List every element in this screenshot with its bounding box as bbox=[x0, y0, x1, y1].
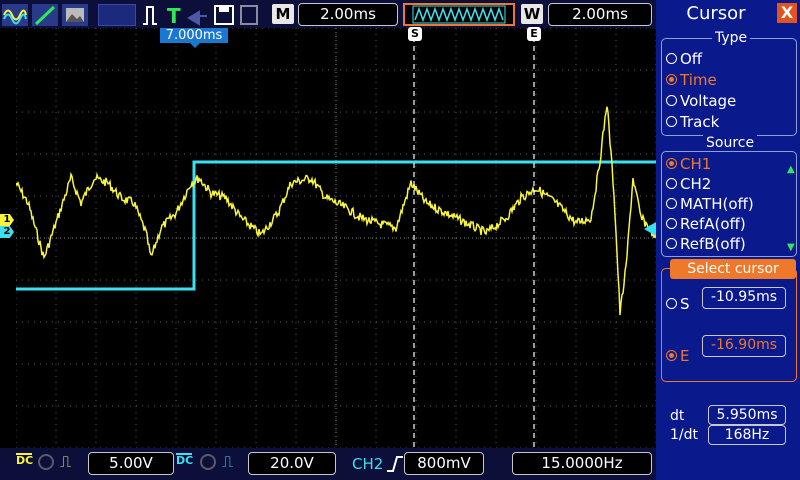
timebase-field[interactable]: 2.00ms bbox=[298, 3, 398, 26]
waveform-overview[interactable] bbox=[403, 3, 515, 26]
cursor-e-label: E bbox=[680, 347, 690, 365]
type-option-label: Off bbox=[680, 50, 703, 68]
ch2-bw-icon bbox=[200, 454, 216, 470]
radio-selected-icon bbox=[666, 350, 677, 361]
ch1-invert-icon: ⎍ bbox=[60, 452, 72, 471]
radio-icon bbox=[666, 218, 677, 229]
radio-icon bbox=[666, 238, 677, 249]
radio-selected-icon bbox=[666, 74, 677, 85]
trigger-level-marker[interactable] bbox=[644, 222, 656, 236]
rising-edge-icon bbox=[387, 456, 403, 472]
trigger-source[interactable]: CH2 bbox=[352, 454, 383, 474]
cursor-e-marker[interactable]: E bbox=[527, 27, 541, 41]
radio-icon bbox=[666, 198, 677, 209]
source-option-refa-off[interactable]: RefA(off) bbox=[666, 215, 746, 233]
ch2-ground-marker[interactable]: 2 bbox=[0, 226, 14, 238]
source-group-title: Source bbox=[703, 135, 758, 151]
source-option-label: MATH(off) bbox=[680, 195, 754, 213]
source-option-math-off[interactable]: MATH(off) bbox=[666, 195, 754, 213]
source-option-refb-off[interactable]: RefB(off) bbox=[666, 235, 746, 253]
type-option-label: Track bbox=[680, 113, 720, 131]
radio-icon bbox=[666, 95, 677, 106]
print-icon[interactable] bbox=[240, 5, 258, 25]
dt-value: 5.950ms bbox=[708, 405, 786, 425]
radio-selected-icon bbox=[666, 158, 677, 169]
scroll-down-icon[interactable]: ▼ bbox=[787, 242, 795, 253]
cursor-s-label: S bbox=[680, 295, 690, 313]
timebase-label: M bbox=[272, 4, 294, 24]
source-option-label: RefB(off) bbox=[680, 235, 746, 253]
source-option-label: CH2 bbox=[680, 175, 712, 193]
toolbar-icons bbox=[2, 4, 88, 26]
window-label: W bbox=[521, 4, 543, 24]
frequency-counter: 15.0000Hz bbox=[512, 452, 652, 475]
panel-title: Cursor bbox=[686, 3, 746, 24]
cursor-s-value[interactable]: -10.95ms bbox=[702, 287, 786, 309]
radio-icon bbox=[666, 53, 677, 64]
type-option-label: Time bbox=[680, 71, 717, 89]
ch1-bw-icon bbox=[38, 454, 54, 470]
cursor-s-option[interactable]: S bbox=[666, 295, 690, 313]
trigger-position-pointer bbox=[190, 43, 200, 48]
pulse-icon bbox=[143, 6, 157, 25]
type-option-label: Voltage bbox=[680, 92, 737, 110]
radio-icon bbox=[666, 116, 677, 127]
source-option-ch1[interactable]: CH1 bbox=[666, 155, 711, 173]
ch1-ground-marker[interactable]: 1 bbox=[0, 214, 14, 226]
window-field[interactable]: 2.00ms bbox=[548, 3, 652, 26]
trigger-t-icon: T bbox=[167, 4, 181, 26]
cursor-e-value[interactable]: -16.90ms bbox=[702, 335, 786, 357]
cursor-e-option[interactable]: E bbox=[666, 347, 689, 365]
ch1-scale[interactable]: 5.00V bbox=[88, 452, 174, 475]
inv-dt-label: 1/dt bbox=[670, 427, 698, 443]
cursor-s-marker[interactable]: S bbox=[408, 27, 422, 41]
source-option-label: CH1 bbox=[680, 155, 712, 173]
type-option-track[interactable]: Track bbox=[666, 113, 719, 131]
type-option-voltage[interactable]: Voltage bbox=[666, 92, 736, 110]
ch1-coupling[interactable]: DC bbox=[16, 453, 33, 466]
source-option-ch2[interactable]: CH2 bbox=[666, 175, 711, 193]
dt-label: dt bbox=[670, 408, 685, 424]
radio-icon bbox=[666, 178, 677, 189]
type-group-title: Type bbox=[712, 30, 751, 46]
ch2-coupling[interactable]: DC bbox=[176, 453, 193, 466]
ch2-invert-icon: ⎍ bbox=[222, 452, 234, 471]
scroll-up-icon[interactable]: ▲ bbox=[787, 164, 795, 175]
blank-slot bbox=[98, 4, 136, 26]
inv-dt-value: 168Hz bbox=[708, 425, 786, 445]
trigger-position-marker[interactable]: 7.000ms bbox=[160, 28, 228, 43]
type-option-off[interactable]: Off bbox=[666, 50, 702, 68]
waveform-display[interactable] bbox=[16, 28, 656, 448]
ch2-scale[interactable]: 20.0V bbox=[248, 452, 336, 475]
close-button[interactable]: X bbox=[777, 3, 797, 23]
select-cursor-label: Select cursor bbox=[670, 259, 796, 279]
ch1-trace bbox=[16, 106, 656, 316]
trigger-level[interactable]: 800mV bbox=[404, 452, 484, 475]
status-icons: T bbox=[143, 4, 258, 26]
type-option-time[interactable]: Time bbox=[666, 71, 717, 89]
probe-icon bbox=[187, 10, 207, 26]
ch2-trace bbox=[16, 160, 656, 291]
source-option-label: RefA(off) bbox=[680, 215, 746, 233]
radio-icon bbox=[666, 298, 677, 309]
